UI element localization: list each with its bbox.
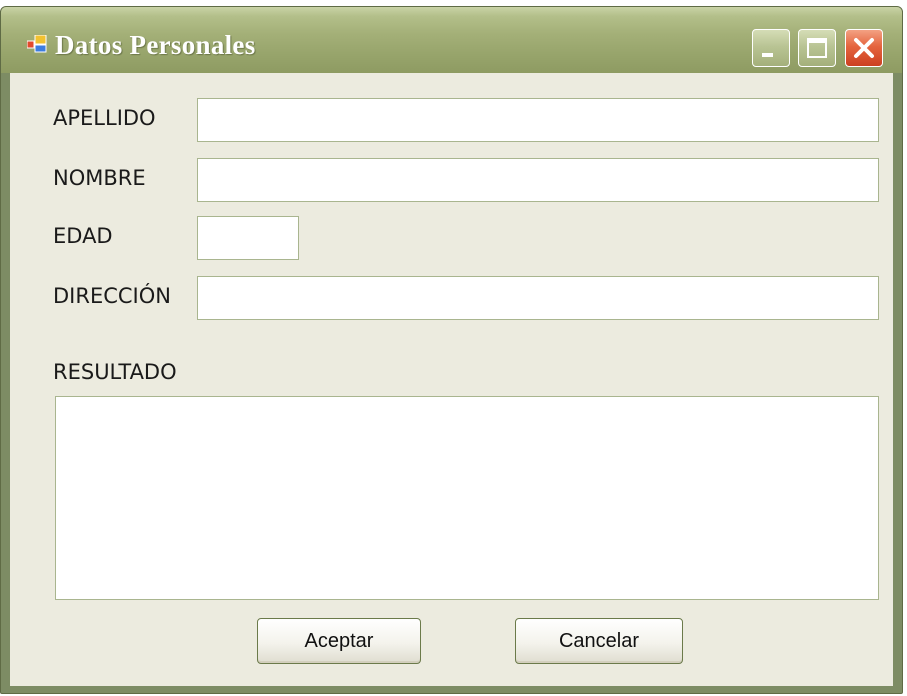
form-app-icon — [26, 34, 47, 53]
resultado-textarea[interactable] — [55, 396, 879, 600]
accept-button[interactable]: Aceptar — [257, 618, 421, 664]
title-bar[interactable]: Datos Personales — [1, 7, 902, 73]
window: Datos Personales APELLIDO NOMBRE EDAD DI… — [0, 6, 903, 694]
minimize-button[interactable] — [752, 29, 790, 67]
cancel-button[interactable]: Cancelar — [515, 618, 683, 664]
resultado-label: RESULTADO — [53, 360, 177, 384]
apellido-input[interactable] — [197, 98, 879, 142]
nombre-label: NOMBRE — [53, 166, 146, 190]
close-icon — [854, 38, 874, 58]
direccion-label: DIRECCIÓN — [53, 284, 171, 308]
edad-label: EDAD — [53, 224, 113, 248]
maximize-icon — [807, 38, 827, 58]
window-title: Datos Personales — [55, 30, 256, 60]
form-client-area: APELLIDO NOMBRE EDAD DIRECCIÓN RESULTADO… — [10, 73, 893, 686]
minimize-icon — [762, 53, 773, 57]
edad-input[interactable] — [197, 216, 299, 260]
apellido-label: APELLIDO — [53, 106, 156, 130]
close-button[interactable] — [845, 29, 883, 67]
direccion-input[interactable] — [197, 276, 879, 320]
maximize-button[interactable] — [798, 29, 836, 67]
nombre-input[interactable] — [197, 158, 879, 202]
